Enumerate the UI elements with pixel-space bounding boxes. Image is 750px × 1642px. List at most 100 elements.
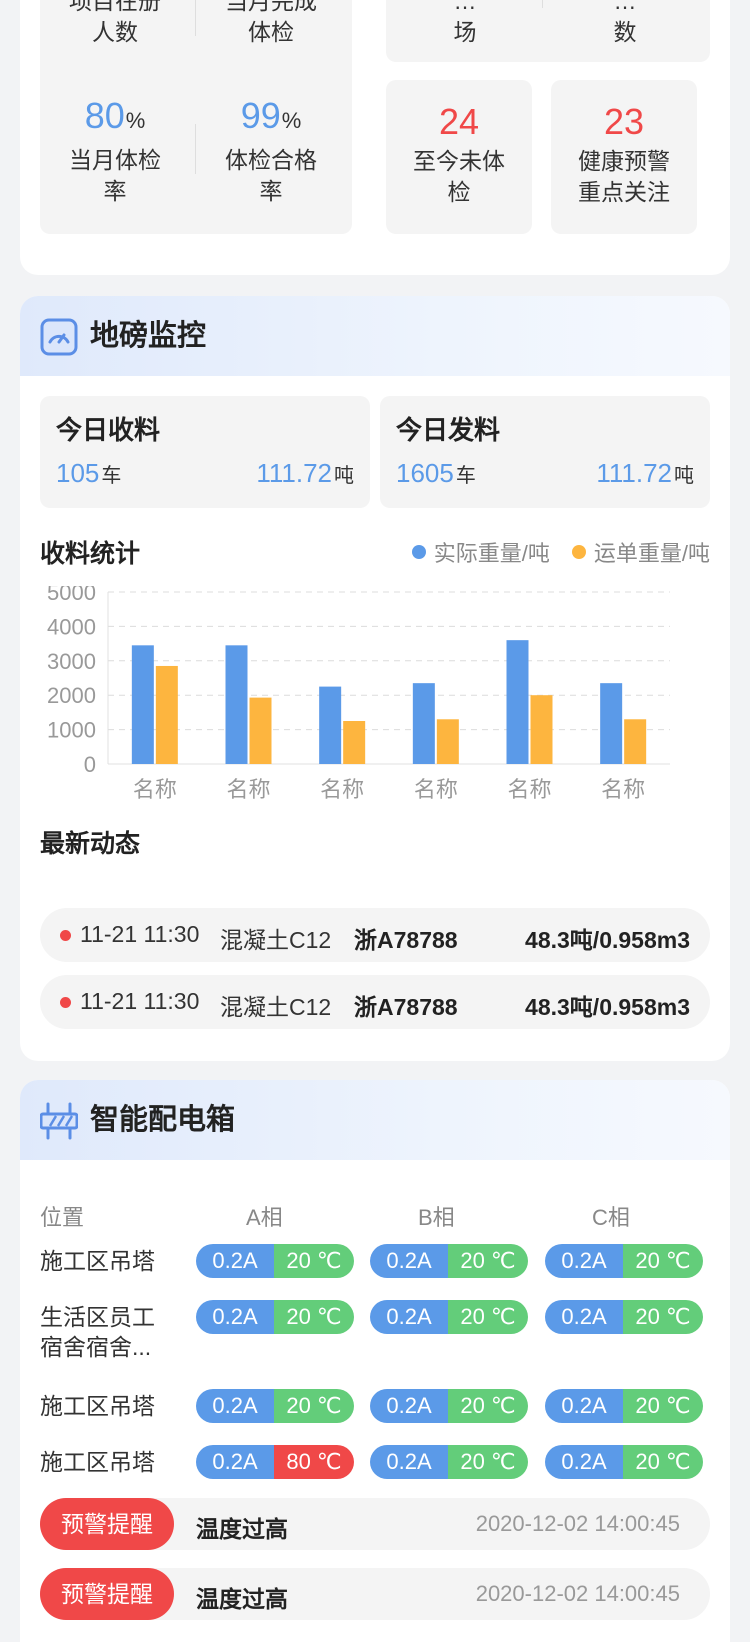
weighbridge-card: 地磅监控 今日收料 105 车 111.72 吨 今日发料 1605 车 111.72…	[20, 296, 730, 1061]
alert-tag: 预警提醒	[40, 1568, 174, 1620]
bar-actual	[225, 645, 248, 764]
section-title: 地磅监控	[90, 320, 207, 352]
stat-label: 率	[259, 178, 283, 204]
phase-c-reading[interactable]: 0.2A 20 ℃	[545, 1244, 703, 1278]
stat-unit: %	[125, 108, 146, 133]
header-phase-b: B相	[418, 1205, 455, 1230]
today-send-title: 今日发料	[396, 415, 501, 445]
today-send-card[interactable]: 今日发料 1605 车 111.72 吨	[380, 396, 710, 508]
stat-label: 数	[613, 19, 637, 45]
phase-a-reading[interactable]: 0.2A 20 ℃	[196, 1389, 354, 1423]
bar-waybill	[624, 719, 647, 764]
feed-material: 混凝土C12	[220, 927, 332, 953]
status-dot	[60, 997, 71, 1008]
x-tick-label: 名称	[601, 777, 645, 802]
today-receive-title: 今日收料	[56, 415, 161, 445]
bar-waybill	[155, 665, 178, 764]
phase-c-reading[interactable]: 0.2A 20 ℃	[545, 1445, 703, 1479]
stat-label: 体检合格	[225, 147, 317, 173]
stat-value: 24	[438, 101, 480, 142]
alert-tag: 预警提醒	[40, 1498, 174, 1550]
today-receive-card[interactable]: 今日收料 105 车 111.72 吨	[40, 396, 370, 508]
y-tick-label: 0	[84, 752, 96, 777]
alert-item[interactable]: 预警提醒 温度过高 2020-12-02 14:00:45	[40, 1498, 710, 1550]
x-tick-label: 名称	[226, 777, 270, 802]
y-tick-label: 5000	[47, 586, 96, 605]
gauge-icon	[40, 318, 78, 356]
over-temperature: 80 ℃	[274, 1445, 354, 1479]
phase-b-reading[interactable]: 0.2A 20 ℃	[370, 1445, 528, 1479]
legend-actual: 实际重量/吨	[411, 536, 550, 568]
divider	[542, 0, 543, 8]
stat-not-checked[interactable]: 24 至今未体 检	[386, 102, 532, 208]
stat-label: …	[453, 0, 477, 14]
row-label: 施工区吊塔	[40, 1248, 155, 1274]
row-label: 施工区吊塔	[40, 1393, 155, 1419]
y-tick-label: 3000	[47, 649, 96, 674]
feed-plate: 浙A78788	[354, 927, 458, 953]
send-weight: 111.72 吨	[596, 458, 694, 488]
stat-label: 健康预警	[578, 148, 670, 174]
section-header: 地磅监控	[20, 296, 730, 376]
stat-label: 检	[447, 179, 471, 205]
stat-count[interactable]: … 数	[550, 0, 700, 48]
bar-waybill	[343, 721, 366, 764]
x-tick-label: 名称	[133, 777, 177, 802]
bar-waybill	[530, 695, 553, 764]
stat-label: 当月体检	[69, 147, 161, 173]
alert-message: 温度过高	[196, 1516, 288, 1542]
status-dot	[60, 930, 71, 941]
phase-a-reading[interactable]: 0.2A 20 ℃	[196, 1244, 354, 1278]
feed-time: 11-21 11:30	[80, 921, 200, 947]
alert-time: 2020-12-02 14:00:45	[475, 1581, 680, 1606]
alert-item[interactable]: 预警提醒 温度过高 2020-12-02 14:00:45	[40, 1568, 710, 1620]
stat-label: 体检	[248, 19, 294, 45]
feed-time: 11-21 11:30	[80, 988, 200, 1014]
health-card: 项目在册 人数 当月完成 体检 80% 当月体检 率 99% 体检合格 率 … …	[20, 0, 730, 275]
stat-unit: %	[281, 108, 302, 133]
y-tick-label: 2000	[47, 683, 96, 708]
alert-message: 温度过高	[196, 1586, 288, 1612]
phase-a-reading[interactable]: 0.2A 80 ℃	[196, 1445, 354, 1479]
feed-item[interactable]: 11-21 11:30 混凝土C12 浙A78788 48.3吨/0.958m3	[40, 908, 710, 962]
stat-registered[interactable]: 项目在册 人数	[40, 0, 190, 48]
phase-b-reading[interactable]: 0.2A 20 ℃	[370, 1244, 528, 1278]
phase-b-reading[interactable]: 0.2A 20 ℃	[370, 1389, 528, 1423]
y-tick-label: 1000	[47, 718, 96, 743]
stat-onsite[interactable]: … 场	[390, 0, 540, 48]
legend-waybill: 运单重量/吨	[571, 536, 710, 568]
stat-value: 23	[603, 101, 645, 142]
bar-waybill	[249, 697, 272, 764]
feed-material: 混凝土C12	[220, 994, 332, 1020]
row-label: 生活区员工 宿舍宿舍...	[40, 1304, 155, 1360]
stat-value: 80	[84, 95, 125, 136]
phase-a-reading[interactable]: 0.2A 20 ℃	[196, 1300, 354, 1334]
send-count: 1605 车	[396, 458, 476, 488]
receive-bar-chart: 0 1000 2000 3000 4000 5000 名称 名称 名称 名称 名称 名称	[47, 586, 670, 802]
stat-value: 99	[240, 95, 281, 136]
stat-pass-rate[interactable]: 99% 体检合格 率	[196, 96, 346, 207]
phase-b-reading[interactable]: 0.2A 20 ℃	[370, 1300, 528, 1334]
bar-actual	[131, 645, 154, 764]
phase-c-reading[interactable]: 0.2A 20 ℃	[545, 1389, 703, 1423]
stat-label: 重点关注	[578, 179, 670, 205]
stat-monthly-rate[interactable]: 80% 当月体检 率	[40, 96, 190, 207]
receive-weight: 111.72 吨	[256, 458, 354, 488]
stat-label: 人数	[92, 19, 138, 45]
stat-monthly-done[interactable]: 当月完成 体检	[196, 0, 346, 48]
chart-legend: 实际重量/吨 运单重量/吨	[398, 536, 710, 568]
stat-label: 至今未体	[413, 148, 505, 174]
feed-item[interactable]: 11-21 11:30 混凝土C12 浙A78788 48.3吨/0.958m3	[40, 975, 710, 1029]
stat-label: …	[613, 0, 637, 14]
section-header: 智能配电箱	[20, 1080, 730, 1160]
bar-actual	[319, 686, 342, 764]
bar-actual	[506, 640, 529, 764]
stat-health-warning[interactable]: 23 健康预警 重点关注	[551, 102, 697, 208]
power-box-icon	[40, 1102, 78, 1140]
feed-plate: 浙A78788	[354, 994, 458, 1020]
phase-c-reading[interactable]: 0.2A 20 ℃	[545, 1300, 703, 1334]
distribution-box-card: 智能配电箱 位置 A相 B相 C相 施工区吊塔 0.2A 20 ℃ 0.2A 20 …	[20, 1080, 730, 1642]
section-title: 智能配电箱	[90, 1104, 236, 1136]
x-tick-label: 名称	[507, 777, 551, 802]
receive-count: 105 车	[56, 458, 122, 488]
